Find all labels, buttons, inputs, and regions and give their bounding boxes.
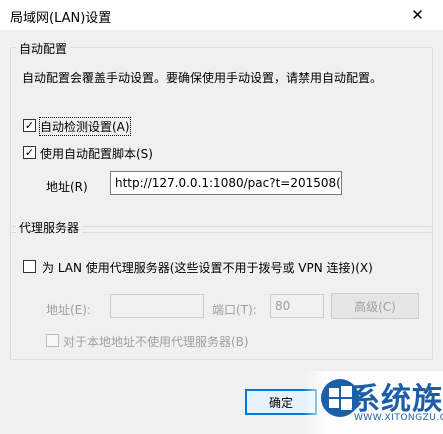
watermark-url: WWW.XITONGZU.COM: [354, 413, 443, 423]
watermark-brand: 系统族: [350, 382, 443, 417]
use-proxy-label[interactable]: 为 LAN 使用代理服务器(这些设置不用于拨号或 VPN 连接)(X): [42, 259, 373, 276]
port-input[interactable]: 80: [270, 294, 324, 318]
auto-config-description: 自动配置会覆盖手动设置。要确保使用手动设置，请禁用自动配置。: [22, 71, 383, 85]
window-title: 局域网(LAN)设置: [10, 11, 112, 26]
bypass-local-checkbox[interactable]: [46, 334, 59, 347]
script-address-label: 地址(R): [46, 180, 88, 194]
auto-detect-checkbox[interactable]: ✓: [23, 119, 36, 132]
auto-detect-label[interactable]: 自动检测设置(A): [39, 117, 131, 136]
proxy-group-label: 代理服务器: [16, 219, 83, 236]
script-address-input[interactable]: http://127.0.0.1:1080/pac?t=201508(: [110, 171, 342, 195]
lan-settings-dialog: 局域网(LAN)设置 ✕ 自动配置 自动配置会覆盖手动设置。要确保使用手动设置，…: [0, 0, 443, 434]
port-label: 端口(T):: [212, 303, 257, 317]
bypass-local-label[interactable]: 对于本地地址不使用代理服务器(B): [63, 333, 249, 350]
close-button[interactable]: ✕: [392, 0, 443, 30]
close-icon: ✕: [411, 6, 424, 24]
auto-config-group-label: 自动配置: [16, 40, 71, 57]
proxy-address-input[interactable]: [110, 294, 204, 318]
use-proxy-checkbox[interactable]: [23, 260, 36, 273]
check-icon: ✓: [24, 119, 35, 132]
use-script-checkbox[interactable]: ✓: [23, 146, 36, 159]
proxy-address-label: 地址(E):: [46, 303, 91, 317]
title-bar[interactable]: 局域网(LAN)设置 ✕: [0, 0, 443, 30]
check-icon: ✓: [24, 146, 35, 159]
use-script-label[interactable]: 使用自动配置脚本(S): [40, 145, 153, 162]
advanced-button[interactable]: 高级(C): [331, 293, 419, 319]
